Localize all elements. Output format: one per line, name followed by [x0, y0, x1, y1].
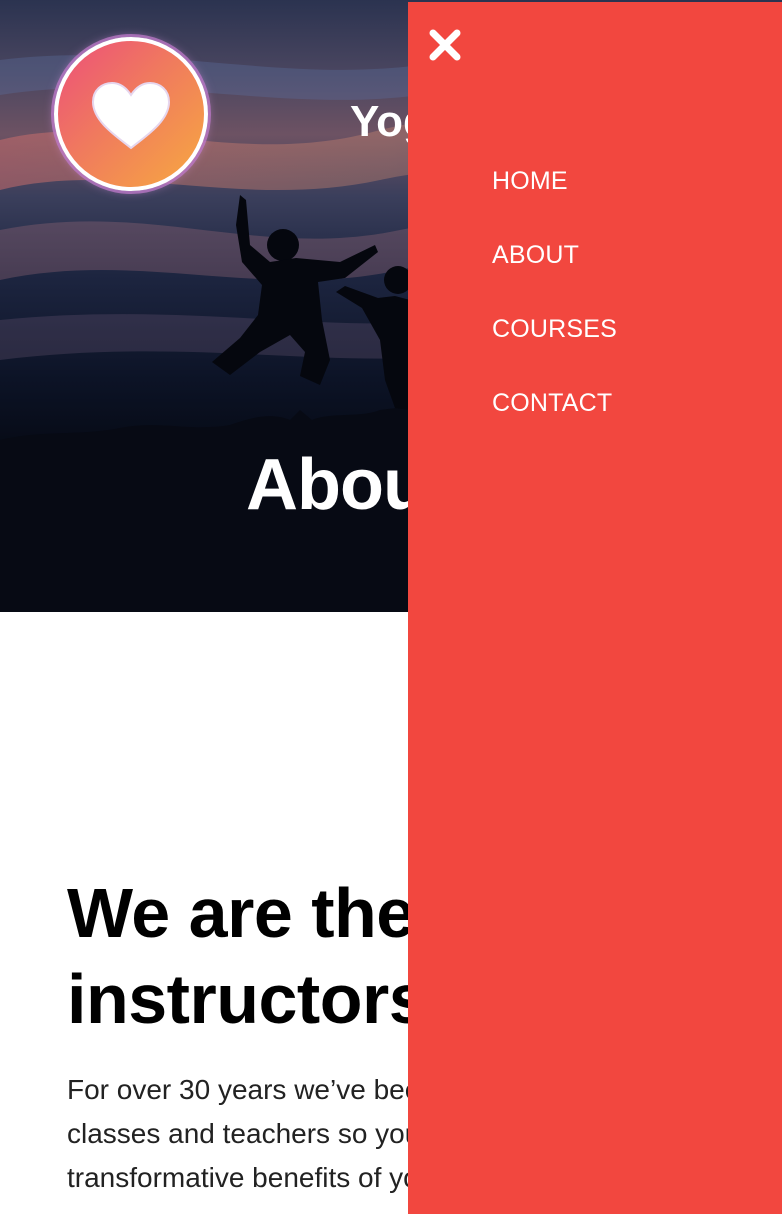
menu-item-home[interactable]: HOME [492, 167, 617, 241]
logo[interactable] [54, 37, 208, 191]
close-button[interactable] [428, 28, 462, 62]
heart-icon [91, 81, 171, 150]
close-icon [429, 29, 461, 61]
side-menu: HOME ABOUT COURSES CONTACT [408, 2, 782, 1214]
menu-item-contact[interactable]: CONTACT [492, 389, 617, 463]
menu-list: HOME ABOUT COURSES CONTACT [492, 167, 617, 463]
menu-item-courses[interactable]: COURSES [492, 315, 617, 389]
menu-item-about[interactable]: ABOUT [492, 241, 617, 315]
